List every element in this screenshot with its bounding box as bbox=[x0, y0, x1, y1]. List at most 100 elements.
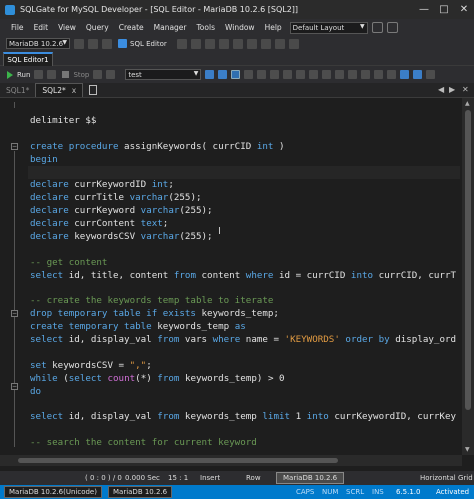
menu-edit[interactable]: Edit bbox=[29, 23, 54, 32]
comment-icon[interactable] bbox=[309, 70, 319, 79]
menu-view[interactable]: View bbox=[53, 23, 81, 32]
editor-status-bar: ( 0 : 0 ) / 0 0.000 Sec 15 : 1 Insert Ro… bbox=[0, 471, 474, 485]
menu-manager[interactable]: Manager bbox=[149, 23, 192, 32]
open-file-icon[interactable] bbox=[257, 70, 267, 79]
fold-toggle-icon[interactable]: − bbox=[11, 143, 18, 150]
disconnect-icon[interactable] bbox=[88, 38, 98, 49]
connection-select[interactable]: MariaDB 10.2.6 ▼ bbox=[6, 38, 70, 49]
text-cursor-icon: I bbox=[218, 226, 221, 237]
run-button[interactable]: Run bbox=[7, 70, 30, 79]
scrollbar-thumb[interactable] bbox=[465, 110, 471, 410]
lowercase-icon[interactable] bbox=[374, 70, 384, 79]
save-file-icon[interactable] bbox=[270, 70, 280, 79]
menu-bar: File Edit View Query Create Manager Tool… bbox=[0, 19, 474, 36]
menu-file[interactable]: File bbox=[6, 23, 29, 32]
menu-window[interactable]: Window bbox=[220, 23, 260, 32]
tab-sql2[interactable]: SQL2* x bbox=[35, 83, 84, 97]
outdent-icon[interactable] bbox=[348, 70, 358, 79]
close-icon[interactable]: ✕ bbox=[462, 85, 469, 94]
code-line: select id, display_val from vars where n… bbox=[30, 334, 457, 346]
connection-label: MariaDB 10.2.6(Unicode) bbox=[9, 488, 97, 496]
chevron-down-icon: ▼ bbox=[360, 22, 365, 30]
code-line: declare keywordsCSV varchar(255); bbox=[30, 231, 213, 243]
scroll-left-icon[interactable]: ◀ bbox=[438, 85, 444, 94]
options-gear-icon[interactable] bbox=[288, 38, 299, 49]
tab-sql1[interactable]: SQL1* bbox=[0, 83, 35, 97]
tab-label: SQL Editor1 bbox=[7, 56, 49, 64]
menu-help[interactable]: Help bbox=[260, 23, 287, 32]
text-view-icon[interactable] bbox=[244, 70, 254, 79]
stop-icon bbox=[62, 71, 70, 78]
fold-toggle-icon[interactable]: − bbox=[11, 310, 18, 317]
database-select-value: test bbox=[128, 70, 142, 79]
close-tab-icon[interactable]: x bbox=[72, 86, 76, 95]
fold-line bbox=[14, 102, 15, 108]
maximize-button[interactable]: □ bbox=[434, 0, 454, 19]
stop-label: Stop bbox=[73, 70, 90, 79]
schema-icon[interactable] bbox=[204, 38, 215, 49]
grid-view-icon[interactable] bbox=[231, 70, 241, 79]
database-select[interactable]: test ▼ bbox=[125, 69, 202, 80]
toggle-result-icon[interactable] bbox=[426, 70, 436, 79]
menu-query[interactable]: Query bbox=[81, 23, 114, 32]
run-current-icon[interactable] bbox=[47, 70, 57, 79]
code-line: declare currKeywordID int; bbox=[30, 179, 174, 191]
menu-tools[interactable]: Tools bbox=[192, 23, 220, 32]
connection-settings-icon[interactable] bbox=[102, 38, 112, 49]
replace-icon[interactable] bbox=[296, 70, 306, 79]
table-icon[interactable] bbox=[190, 38, 201, 49]
scroll-right-icon[interactable]: ▶ bbox=[449, 85, 455, 94]
connection-select-value: MariaDB 10.2.6 bbox=[9, 39, 64, 48]
run-options-icon[interactable] bbox=[34, 70, 44, 79]
rollback-icon[interactable] bbox=[106, 70, 116, 79]
query-builder-icon[interactable] bbox=[176, 38, 187, 49]
import-icon[interactable] bbox=[218, 38, 229, 49]
caps-indicator: CAPS bbox=[296, 488, 315, 496]
code-line: drop temporary table if exists keywords_… bbox=[30, 308, 279, 320]
tab-sql-editor1[interactable]: SQL Editor1 bbox=[3, 52, 53, 66]
close-button[interactable]: ✕ bbox=[454, 0, 474, 19]
connect-icon[interactable] bbox=[74, 38, 84, 49]
save-layout-icon[interactable] bbox=[371, 22, 383, 33]
scroll-down-icon[interactable]: ▼ bbox=[465, 446, 470, 453]
history-icon[interactable] bbox=[387, 70, 397, 79]
status-db-badge: MariaDB 10.2.6 bbox=[276, 472, 345, 484]
sql-editor-button[interactable]: SQL Editor bbox=[118, 39, 167, 48]
ins-indicator: INS bbox=[372, 488, 384, 496]
monitor-icon[interactable] bbox=[260, 38, 271, 49]
scroll-up-icon[interactable]: ▲ bbox=[465, 100, 470, 107]
explain-icon[interactable] bbox=[205, 70, 215, 79]
code-area[interactable]: delimiter $$ create procedure assignKeyw… bbox=[30, 115, 460, 450]
vertical-scrollbar[interactable]: ▲ ▼ bbox=[462, 98, 474, 455]
commit-icon[interactable] bbox=[93, 70, 103, 79]
find-icon[interactable] bbox=[283, 70, 293, 79]
horizontal-scrollbar[interactable] bbox=[0, 455, 462, 466]
elapsed-time: 0.000 Sec bbox=[125, 474, 160, 482]
grid-mode[interactable]: Horizontal Grid bbox=[420, 474, 473, 482]
scrollbar-thumb[interactable] bbox=[18, 458, 338, 463]
uncomment-icon[interactable] bbox=[322, 70, 332, 79]
split-vertical-icon[interactable] bbox=[413, 70, 423, 79]
fold-toggle-icon[interactable]: − bbox=[11, 383, 18, 390]
export-icon[interactable] bbox=[232, 38, 243, 49]
users-icon[interactable] bbox=[274, 38, 285, 49]
activation-status: Activated bbox=[436, 488, 470, 496]
sql-tab-strip: SQL1* SQL2* x ◀ ▶ ✕ bbox=[0, 83, 474, 98]
minimize-button[interactable]: — bbox=[414, 0, 434, 19]
sql-editor[interactable]: − − − delimiter $$ create procedure assi… bbox=[0, 98, 474, 455]
menu-create[interactable]: Create bbox=[114, 23, 149, 32]
layout-select[interactable]: Default Layout ▼ bbox=[289, 21, 368, 34]
sql-editor-icon bbox=[118, 39, 127, 48]
compare-icon[interactable] bbox=[246, 38, 257, 49]
uppercase-icon[interactable] bbox=[361, 70, 371, 79]
new-tab-icon[interactable] bbox=[89, 85, 98, 95]
format-icon[interactable] bbox=[218, 70, 228, 79]
indent-icon[interactable] bbox=[335, 70, 345, 79]
reset-layout-icon[interactable] bbox=[386, 22, 398, 33]
stop-button[interactable]: Stop bbox=[62, 71, 89, 79]
split-horizontal-icon[interactable] bbox=[400, 70, 410, 79]
